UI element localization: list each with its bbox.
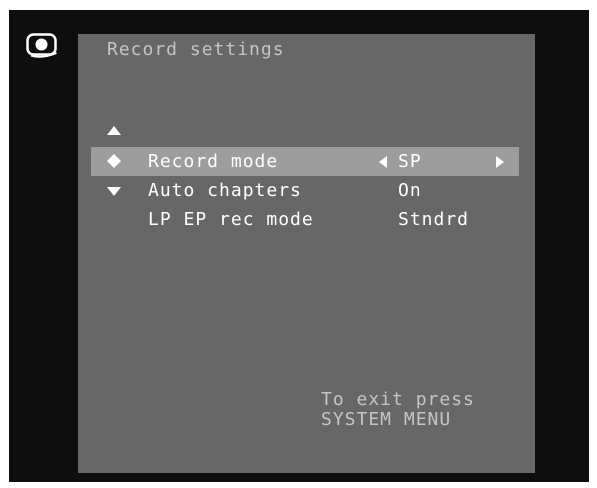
menu-row-record-mode[interactable]: Record mode SP xyxy=(91,147,519,176)
record-settings-panel: Record settings Record mode SP Auto chap… xyxy=(78,34,535,473)
diamond-cursor-icon xyxy=(107,154,121,168)
triangle-right-icon[interactable] xyxy=(496,156,504,168)
exit-hint: To exit press SYSTEM MENU xyxy=(321,390,475,430)
exit-hint-line-1: To exit press xyxy=(321,389,475,410)
menu-row-label: Record mode xyxy=(148,151,279,172)
menu-row-value: Stndrd xyxy=(398,209,470,230)
menu-row-value: SP xyxy=(398,151,422,172)
triangle-up-icon[interactable] xyxy=(107,126,121,135)
menu-row-value: On xyxy=(398,180,422,201)
menu-row-lp-ep-rec-mode[interactable]: LP EP rec mode Stndrd xyxy=(91,205,519,234)
menu-row-auto-chapters[interactable]: Auto chapters On xyxy=(91,176,519,205)
menu-row-label: LP EP rec mode xyxy=(148,209,314,230)
menu-row-label: Auto chapters xyxy=(148,180,302,201)
exit-hint-line-2: SYSTEM MENU xyxy=(321,409,452,430)
triangle-left-icon[interactable] xyxy=(379,156,387,168)
camera-lens-icon xyxy=(26,33,57,58)
page-title: Record settings xyxy=(107,39,285,60)
